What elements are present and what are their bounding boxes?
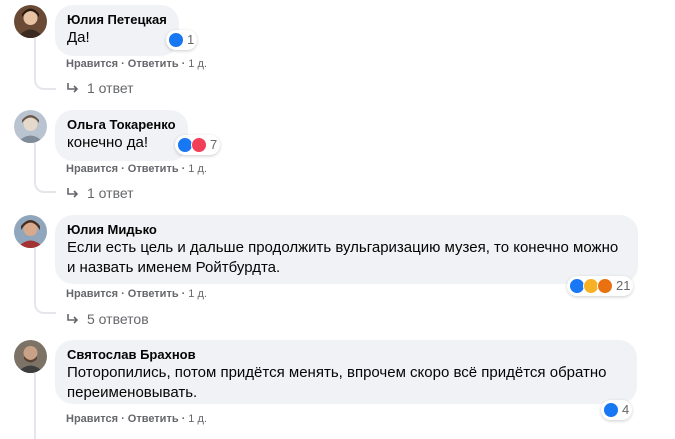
reply-button[interactable]: Ответить: [128, 58, 179, 70]
reaction-summary[interactable]: 1: [166, 30, 198, 50]
comment-actions: Нравится · Ответить · 1 д.: [66, 413, 207, 425]
comment-bubble: Юлия Мидько Если есть цель и дальше прод…: [55, 215, 638, 284]
comment-author[interactable]: Ольга Токаренко: [67, 117, 176, 133]
reply-arrow-icon: [67, 83, 79, 93]
replies-count[interactable]: 1 ответ: [87, 80, 134, 96]
separator: ·: [121, 288, 125, 300]
like-button[interactable]: Нравится: [66, 413, 118, 425]
like-reaction-icon: [168, 32, 184, 48]
love-reaction-icon: [191, 137, 207, 153]
comment-timestamp[interactable]: 1 д.: [188, 58, 207, 70]
separator: ·: [181, 58, 186, 70]
comment-text: Поторопились, потом придётся менять, впр…: [67, 364, 607, 401]
comment-bubble: Юлия Петецкая Да!: [55, 5, 179, 56]
comment-author[interactable]: Юлия Петецкая: [67, 12, 167, 28]
reply-arrow-icon: [67, 314, 79, 324]
reaction-summary[interactable]: 21: [567, 276, 634, 296]
comment-text: Да!: [67, 29, 90, 46]
avatar[interactable]: [14, 340, 47, 373]
angry-reaction-icon: [597, 278, 613, 294]
comment-author[interactable]: Святослав Брахнов: [67, 347, 625, 363]
reaction-summary[interactable]: 4: [601, 400, 633, 420]
comment-bubble: Святослав Брахнов Поторопились, потом пр…: [55, 340, 637, 404]
reaction-count: 7: [210, 137, 218, 152]
comment-timestamp[interactable]: 1 д.: [188, 413, 207, 425]
separator: ·: [181, 163, 186, 175]
comment-timestamp[interactable]: 1 д.: [188, 163, 207, 175]
reaction-summary[interactable]: 7: [175, 135, 221, 155]
replies-count[interactable]: 1 ответ: [87, 185, 134, 201]
reply-arrow-icon: [67, 188, 79, 198]
comment-actions: Нравится · Ответить · 1 д.: [66, 58, 207, 70]
reply-button[interactable]: Ответить: [128, 413, 179, 425]
comment-author[interactable]: Юлия Мидько: [67, 222, 626, 238]
reaction-count: 21: [616, 278, 631, 293]
reaction-count: 1: [187, 32, 195, 47]
separator: ·: [121, 163, 125, 175]
separator: ·: [181, 288, 186, 300]
like-button[interactable]: Нравится: [66, 58, 118, 70]
like-button[interactable]: Нравится: [66, 288, 118, 300]
comment-actions: Нравится · Ответить · 1 д.: [66, 288, 207, 300]
reaction-count: 4: [622, 402, 630, 417]
reply-button[interactable]: Ответить: [128, 288, 179, 300]
view-replies-link[interactable]: 1 ответ: [66, 185, 134, 201]
view-replies-link[interactable]: 5 ответов: [66, 311, 149, 327]
like-reaction-icon: [603, 402, 619, 418]
view-replies-link[interactable]: 1 ответ: [66, 80, 134, 96]
avatar[interactable]: [14, 215, 47, 248]
replies-count[interactable]: 5 ответов: [87, 311, 149, 327]
separator: ·: [121, 413, 125, 425]
avatar[interactable]: [14, 110, 47, 143]
separator: ·: [181, 413, 186, 425]
avatar[interactable]: [14, 5, 47, 38]
comment-timestamp[interactable]: 1 д.: [188, 288, 207, 300]
comment-text: конечно да!: [67, 134, 149, 151]
comment-actions: Нравится · Ответить · 1 д.: [66, 163, 207, 175]
separator: ·: [121, 58, 125, 70]
reply-button[interactable]: Ответить: [128, 163, 179, 175]
comment-text: Если есть цель и дальше продолжить вульг…: [67, 239, 619, 276]
like-button[interactable]: Нравится: [66, 163, 118, 175]
comment-bubble: Ольга Токаренко конечно да!: [55, 110, 188, 161]
